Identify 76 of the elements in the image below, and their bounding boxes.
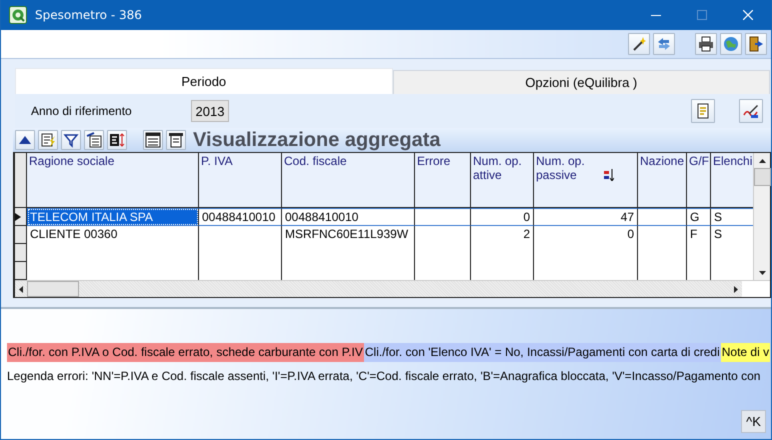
legend-swatch-label: Note di v — [720, 343, 770, 362]
table-cell — [415, 208, 471, 226]
table-cell: F — [687, 226, 711, 244]
table-cell: 47 — [534, 208, 638, 226]
scroll-down-icon — [758, 271, 766, 275]
refresh-button[interactable] — [653, 33, 675, 55]
legend-swatch-label: Cli./for. con 'Elenco IVA' = No, Incassi/Pagamenti con carta di credi — [364, 343, 721, 362]
shortcut-button[interactable]: ^K — [741, 410, 766, 433]
export-button[interactable] — [107, 130, 127, 150]
column-header[interactable]: G/F — [687, 153, 711, 208]
legend-swatch-label: Cli./for. con P.IVA o Cod. fiscale errato, schede carburante con P.IV — [7, 343, 364, 362]
print-button[interactable] — [695, 33, 717, 55]
column-header[interactable]: Num. op. passive — [534, 153, 638, 208]
edit-button[interactable] — [38, 130, 58, 150]
filter-button[interactable] — [61, 130, 81, 150]
table-cell: 00488410010 — [282, 208, 415, 226]
move-up-button[interactable] — [15, 130, 35, 150]
column-header[interactable]: P. IVA — [199, 153, 282, 208]
globe-icon — [723, 36, 739, 52]
window-list-icon — [145, 132, 161, 148]
magic-wand-icon — [631, 36, 647, 52]
tab[interactable]: Periodo — [15, 68, 392, 94]
window-title: Spesometro - 386 — [35, 8, 142, 22]
table-cell: 0 — [471, 208, 534, 226]
table-cell: 0 — [534, 226, 638, 244]
current-row-icon — [15, 212, 21, 220]
sign-button[interactable] — [739, 99, 763, 123]
column-header[interactable]: Cod. fiscale — [282, 153, 415, 208]
list-icon — [86, 132, 102, 148]
wizard-button[interactable] — [628, 33, 650, 55]
printer-icon — [698, 36, 714, 52]
exit-button[interactable] — [745, 33, 767, 55]
clipboard-icon — [168, 132, 184, 148]
year-label: Anno di riferimento — [31, 104, 133, 118]
document-button[interactable] — [691, 99, 715, 123]
column-header[interactable]: Ragione sociale — [27, 153, 199, 208]
row-selector[interactable] — [15, 244, 27, 262]
table-cell: TELECOM ITALIA SPA — [27, 208, 199, 226]
swap-arrows-icon — [656, 36, 672, 52]
scrollbar-thumb[interactable] — [27, 281, 79, 297]
table-cell: 2 — [471, 226, 534, 244]
table-cell — [638, 208, 687, 226]
filter-icon — [63, 132, 79, 148]
list-button[interactable] — [84, 130, 104, 150]
table-cell: MSRFNC60E11L939W — [282, 226, 415, 244]
summary-button[interactable] — [166, 130, 186, 150]
table-cell: 00488410010 — [199, 208, 282, 226]
maximize-icon — [697, 10, 707, 20]
horizontal-scrollbar[interactable] — [15, 280, 770, 297]
year-button[interactable]: 2013 — [191, 100, 229, 122]
tab[interactable]: Opzioni (eQuilibra ) — [392, 70, 770, 94]
column-header[interactable]: Errore — [415, 153, 471, 208]
details-button[interactable] — [143, 130, 163, 150]
app-icon — [9, 6, 27, 24]
table-cell: CLIENTE 00360 — [27, 226, 199, 244]
row-selector[interactable] — [15, 208, 27, 226]
column-header[interactable]: Num. op. attive — [471, 153, 534, 208]
row-selector[interactable] — [15, 262, 27, 280]
checklist-icon — [40, 132, 56, 148]
scroll-right-icon — [734, 286, 738, 292]
scroll-left-icon — [19, 286, 23, 292]
scrollbar-thumb[interactable] — [754, 168, 770, 186]
row-selector[interactable] — [15, 226, 27, 244]
error-legend-text: Legenda errori: 'NN'=P.IVA e Cod. fiscale assenti, 'I'=P.IVA errata, 'C'=Cod. fiscale errato, 'B'=Anagrafica bloccata, 'V'=Incasso/Pagamento con — [7, 369, 762, 383]
pen-signature-icon — [743, 103, 759, 119]
table-arrows-icon — [109, 132, 125, 148]
close-icon — [743, 10, 753, 20]
column-header[interactable]: Nazione — [638, 153, 687, 208]
document-icon — [695, 103, 711, 119]
sort-descending-icon — [604, 169, 614, 181]
exit-door-icon — [748, 36, 764, 52]
vertical-scrollbar[interactable] — [753, 153, 770, 280]
table-cell: G — [687, 208, 711, 226]
view-title: Visualizzazione aggregata — [193, 128, 440, 152]
column-header[interactable]: Elenchi — [711, 153, 753, 208]
scroll-up-icon — [758, 159, 766, 163]
